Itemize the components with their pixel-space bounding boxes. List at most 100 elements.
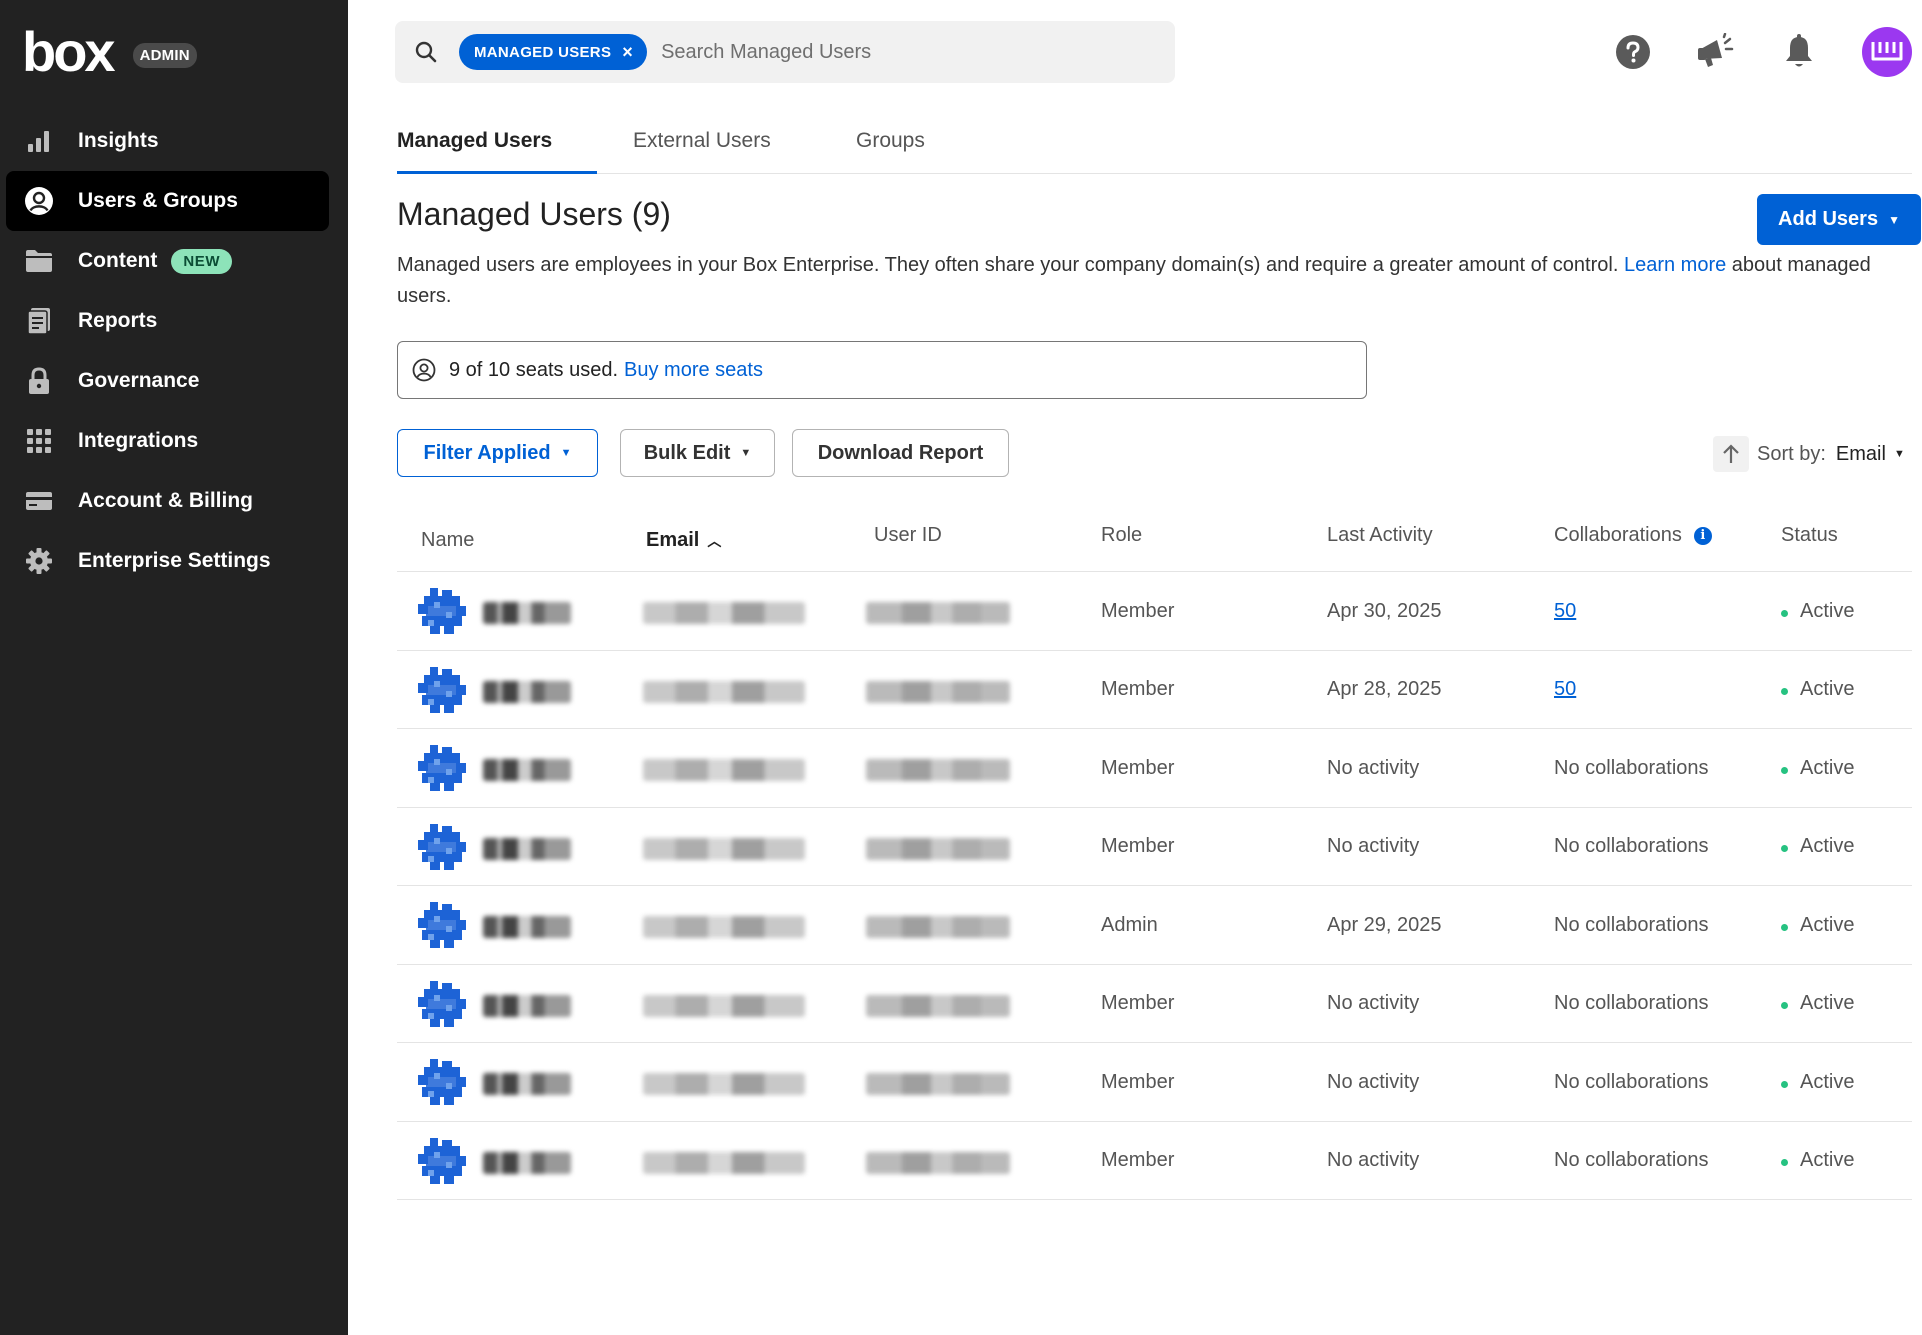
- download-report-button[interactable]: Download Report: [792, 429, 1009, 477]
- table-row[interactable]: Member Apr 30, 2025 50 Active: [397, 572, 1912, 651]
- user-avatar: [416, 1136, 468, 1188]
- arrow-up-icon[interactable]: [1713, 436, 1749, 472]
- chevron-up-icon: ︿: [707, 532, 722, 549]
- notification-bell-icon[interactable]: [1776, 29, 1822, 75]
- collaborations-link[interactable]: 50: [1554, 678, 1576, 701]
- sort-label: Sort by:: [1757, 442, 1826, 465]
- search-icon[interactable]: [413, 39, 439, 65]
- table-row[interactable]: Member No activity No collaborations Act…: [397, 1043, 1912, 1122]
- collaborations-cell: 50: [1554, 651, 1576, 729]
- status-active-dot-icon: [1781, 1002, 1788, 1009]
- box-logo[interactable]: box: [22, 24, 116, 80]
- column-header-user-id[interactable]: User ID: [874, 524, 942, 547]
- table-row[interactable]: Member No activity No collaborations Act…: [397, 965, 1912, 1043]
- status-active-dot-icon: [1781, 766, 1788, 774]
- user-avatar: [416, 586, 468, 638]
- table-row[interactable]: Member Apr 28, 2025 50 Active: [397, 651, 1912, 729]
- tab-managed-users[interactable]: Managed Users: [397, 126, 597, 174]
- user-tabs: Managed Users External Users Groups: [397, 126, 1912, 174]
- last-activity-cell: Apr 28, 2025: [1327, 678, 1442, 700]
- admin-badge: ADMIN: [132, 42, 197, 68]
- user-email-redacted: [643, 602, 805, 624]
- collaborations-cell: No collaborations: [1554, 913, 1709, 936]
- sidebar-item-insights[interactable]: Insights: [6, 111, 329, 171]
- buy-more-seats-link[interactable]: Buy more seats: [624, 359, 763, 382]
- role-cell: Member: [1101, 992, 1175, 1014]
- column-header-collaborations[interactable]: Collaborations i: [1554, 524, 1712, 547]
- report-icon: [24, 306, 54, 336]
- new-badge: NEW: [171, 248, 233, 274]
- grid-icon: [24, 426, 54, 456]
- filter-label: Filter Applied: [423, 441, 551, 464]
- sidebar-item-label: Insights: [78, 129, 159, 152]
- sidebar-item-governance[interactable]: Governance: [6, 351, 329, 411]
- collaborations-link[interactable]: 50: [1554, 600, 1576, 623]
- sidebar-item-label: Account & Billing: [78, 489, 253, 512]
- page-title: Managed Users (9): [397, 196, 671, 232]
- user-id-redacted: [866, 759, 1010, 781]
- user-avatar: [416, 900, 468, 952]
- user-id-redacted: [866, 1151, 1010, 1174]
- filter-button[interactable]: Filter Applied ▼: [397, 429, 598, 477]
- last-activity-cell: No activity: [1327, 756, 1420, 779]
- users-table: Name Email ︿ User ID Role Last Activity …: [397, 506, 1912, 1200]
- user-name-redacted: [483, 759, 571, 781]
- close-icon[interactable]: ×: [622, 43, 633, 61]
- user-id-redacted: [866, 1073, 1010, 1095]
- user-name-redacted: [483, 994, 571, 1017]
- status-cell: Active: [1781, 1122, 1854, 1200]
- sidebar-item-content[interactable]: Content NEW: [6, 231, 329, 291]
- user-name-redacted: [483, 1073, 571, 1095]
- brand[interactable]: box ADMIN: [22, 24, 197, 80]
- sidebar-item-account-billing[interactable]: Account & Billing: [6, 471, 329, 531]
- collaborations-cell: No collaborations: [1554, 835, 1709, 857]
- learn-more-link[interactable]: Learn more: [1624, 254, 1726, 276]
- search-scope-label: MANAGED USERS: [474, 43, 612, 61]
- seats-text: 9 of 10 seats used.: [449, 358, 619, 381]
- table-row[interactable]: Member No activity No collaborations Act…: [397, 1122, 1912, 1200]
- column-header-email[interactable]: Email ︿: [646, 529, 721, 552]
- sort-control[interactable]: Sort by: Email ▼: [1713, 434, 1905, 474]
- table-row[interactable]: Member No activity No collaborations Act…: [397, 729, 1912, 808]
- bulk-edit-label: Bulk Edit: [643, 441, 731, 464]
- last-activity-cell: No activity: [1327, 1070, 1420, 1093]
- status-active-dot-icon: [1781, 688, 1788, 695]
- tab-groups[interactable]: Groups: [856, 126, 925, 174]
- add-users-button[interactable]: Add Users ▼: [1757, 194, 1921, 245]
- sidebar-item-integrations[interactable]: Integrations: [6, 411, 329, 471]
- info-icon[interactable]: i: [1693, 526, 1712, 545]
- status-active-dot-icon: [1781, 845, 1788, 852]
- user-avatar-icon[interactable]: [1862, 27, 1912, 77]
- sidebar-item-enterprise-settings[interactable]: Enterprise Settings: [6, 531, 329, 591]
- chevron-down-icon[interactable]: ▼: [1894, 448, 1905, 460]
- table-row[interactable]: Member No activity No collaborations Act…: [397, 808, 1912, 886]
- search-bar[interactable]: MANAGED USERS ×: [395, 21, 1175, 83]
- last-activity-cell: No activity: [1327, 992, 1420, 1014]
- sidebar-item-users-groups[interactable]: Users & Groups: [6, 171, 329, 231]
- column-header-role[interactable]: Role: [1101, 524, 1142, 547]
- tab-external-users[interactable]: External Users: [633, 126, 771, 174]
- table-row[interactable]: Admin Apr 29, 2025 No collaborations Act…: [397, 886, 1912, 965]
- user-avatar: [416, 743, 468, 795]
- help-icon[interactable]: [1610, 29, 1656, 75]
- sort-value[interactable]: Email: [1836, 443, 1886, 466]
- page-description: Managed users are employees in your Box …: [397, 250, 1907, 312]
- bulk-edit-button[interactable]: Bulk Edit ▼: [620, 429, 775, 477]
- user-id-redacted: [866, 994, 1010, 1017]
- last-activity-cell: No activity: [1327, 1149, 1420, 1171]
- chevron-down-icon: ▼: [1888, 212, 1900, 227]
- lock-icon: [24, 366, 54, 396]
- search-input[interactable]: [661, 40, 1102, 64]
- status-label: Active: [1800, 756, 1855, 779]
- sidebar-item-reports[interactable]: Reports: [6, 291, 329, 351]
- user-id-redacted: [866, 602, 1010, 624]
- column-header-status[interactable]: Status: [1781, 524, 1838, 547]
- search-scope-pill[interactable]: MANAGED USERS ×: [459, 34, 648, 70]
- role-cell: Member: [1101, 599, 1175, 622]
- column-header-last-activity[interactable]: Last Activity: [1327, 524, 1433, 547]
- last-activity-cell: Apr 29, 2025: [1327, 913, 1442, 936]
- column-header-name[interactable]: Name: [421, 529, 474, 552]
- sidebar-item-label: Users & Groups: [78, 189, 238, 212]
- seats-usage-banner: 9 of 10 seats used. Buy more seats: [397, 341, 1367, 399]
- announcement-icon[interactable]: [1692, 29, 1738, 75]
